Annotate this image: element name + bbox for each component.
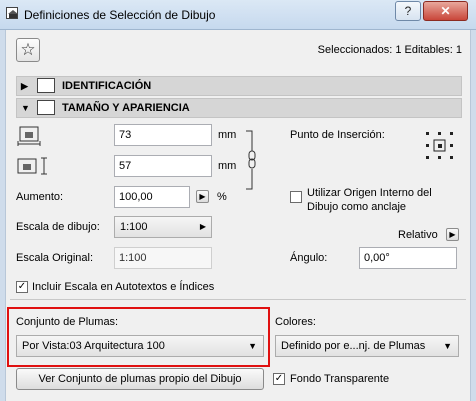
width-icon [16, 124, 46, 146]
incluir-escala-checkbox[interactable]: ✓ [16, 281, 28, 293]
expand-arrow-icon: ▶ [21, 81, 28, 91]
plumas-label: Conjunto de Plumas: [16, 316, 119, 328]
ver-conjunto-button[interactable]: Ver Conjunto de plumas propio del Dibujo [16, 368, 264, 390]
escala-value: 1:100 [120, 221, 148, 233]
window-title: Definiciones de Selección de Dibujo [24, 8, 216, 22]
size-appearance-icon [37, 100, 55, 115]
fondo-transparente-checkbox[interactable]: ✓ [273, 373, 285, 385]
width-unit: mm [218, 129, 237, 141]
colores-label: Colores: [275, 316, 316, 328]
ver-conjunto-label: Ver Conjunto de plumas propio del Dibujo [38, 373, 242, 385]
colores-value: Definido por e...nj. de Plumas [281, 340, 426, 352]
aumento-arrow-button[interactable]: ▶ [196, 190, 209, 203]
escala-original-value: 1:100 [114, 247, 212, 269]
identification-icon [37, 78, 55, 93]
section-identificacion-label: IDENTIFICACIÓN [62, 80, 152, 92]
dropdown-arrow-icon: ▼ [248, 341, 257, 351]
width-input[interactable]: 73 [114, 124, 212, 146]
escala-label: Escala de dibujo: [16, 221, 100, 233]
help-button[interactable]: ? [395, 1, 421, 21]
escala-dropdown[interactable]: 1:100 ▶ [114, 216, 212, 238]
app-icon [6, 7, 18, 19]
dropdown-arrow-icon: ▶ [199, 222, 206, 231]
plumas-dropdown[interactable]: Por Vista:03 Arquitectura 100 ▼ [16, 335, 264, 357]
aumento-input[interactable]: 100,00 [114, 186, 190, 208]
angulo-label: Ángulo: [290, 252, 328, 264]
aumento-unit: % [217, 191, 227, 203]
height-icon [16, 155, 50, 177]
plumas-value: Por Vista:03 Arquitectura 100 [22, 340, 165, 352]
incluir-escala-label: Incluir Escala en Autotextos e Índices [32, 281, 215, 293]
colores-dropdown[interactable]: Definido por e...nj. de Plumas ▼ [275, 335, 459, 357]
angulo-input[interactable]: 0,00° [359, 247, 457, 269]
origin-checkbox[interactable] [290, 191, 302, 203]
origin-label-line1: Utilizar Origen Interno del [307, 187, 432, 199]
star-icon: ☆ [20, 40, 36, 59]
title-bar: Definiciones de Selección de Dibujo ? ✕ [0, 0, 476, 30]
section-tamano[interactable]: ▼ TAMAÑO Y APARIENCIA [16, 98, 462, 118]
origin-label-line2: Dibujo como anclaje [307, 201, 407, 213]
height-unit: mm [218, 160, 237, 172]
section-identificacion[interactable]: ▶ IDENTIFICACIÓN [16, 76, 462, 96]
insertion-point-grid[interactable] [424, 130, 456, 162]
dropdown-arrow-icon: ▼ [443, 341, 452, 351]
window-border-right [471, 30, 476, 401]
favorites-button[interactable]: ☆ [16, 38, 40, 62]
fondo-transparente-label: Fondo Transparente [290, 373, 390, 385]
close-button[interactable]: ✕ [423, 1, 468, 21]
selection-status: Seleccionados: 1 Editables: 1 [317, 44, 462, 56]
height-input[interactable]: 57 [114, 155, 212, 177]
insertion-label: Punto de Inserción: [290, 129, 385, 141]
collapse-arrow-icon: ▼ [21, 103, 30, 113]
relativo-label: Relativo [398, 229, 438, 241]
separator [10, 299, 466, 300]
relativo-arrow-button[interactable]: ▶ [446, 228, 459, 241]
escala-original-label: Escala Original: [16, 252, 94, 264]
aumento-label: Aumento: [16, 191, 64, 203]
chain-link-icon[interactable] [244, 129, 258, 191]
section-tamano-label: TAMAÑO Y APARIENCIA [62, 102, 190, 114]
